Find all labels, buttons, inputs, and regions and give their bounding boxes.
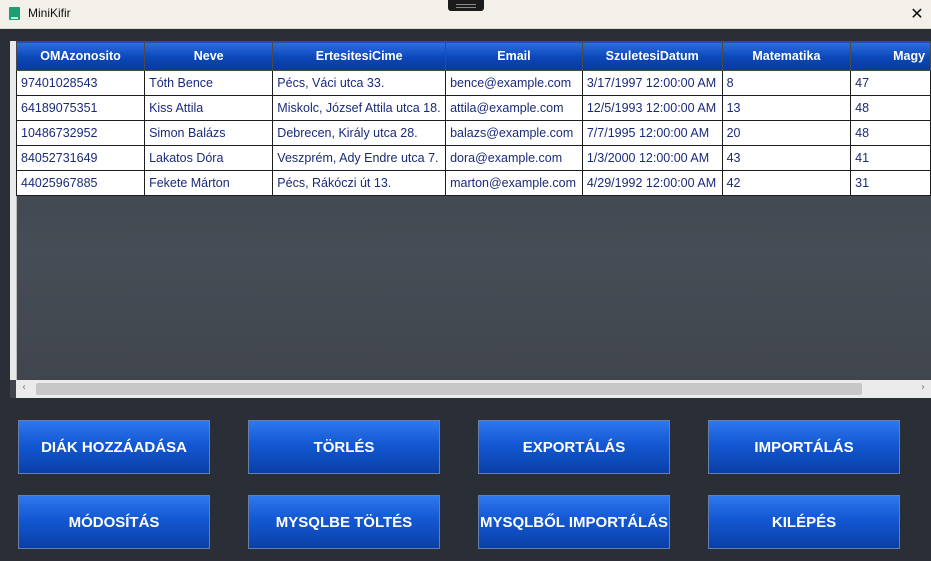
cell-szuletesidatum[interactable]: 12/5/1993 12:00:00 AM [581,95,723,121]
cell-magyar[interactable]: 41 [850,145,931,171]
export-button[interactable]: EXPORTÁLÁS [478,420,670,474]
modify-button[interactable]: MÓDOSÍTÁS [18,495,210,549]
cell-ertesitesicime[interactable]: Miskolc, József Attila utca 18. [272,95,447,121]
cell-omazonosito[interactable]: 10486732952 [15,120,146,146]
exit-button[interactable]: KILÉPÉS [708,495,900,549]
mysql-upload-button[interactable]: MYSQLBE TÖLTÉS [248,495,440,549]
add-student-button[interactable]: DIÁK HOZZÁADÁSA [18,420,210,474]
table-row[interactable]: 10486732952 Simon Balázs Debrecen, Királ… [15,120,931,146]
column-header-szuletesidatum[interactable]: SzuletesiDatum [581,41,723,71]
cell-email[interactable]: dora@example.com [445,145,583,171]
cell-neve[interactable]: Simon Balázs [144,120,274,146]
cell-szuletesidatum[interactable]: 4/29/1992 12:00:00 AM [581,170,723,196]
cell-email[interactable]: attila@example.com [445,95,583,121]
title-bar: MiniKifir ✕ [0,0,931,29]
scrollbar-thumb[interactable] [36,383,862,395]
table-row[interactable]: 97401028543 Tóth Bence Pécs, Váci utca 3… [15,70,931,96]
app-icon [9,7,20,20]
column-header-omazonosito[interactable]: OMAzonosito [15,41,146,71]
cell-neve[interactable]: Lakatos Dóra [144,145,274,171]
cell-szuletesidatum[interactable]: 1/3/2000 12:00:00 AM [581,145,723,171]
column-header-neve[interactable]: Neve [144,41,274,71]
scroll-left-icon[interactable]: ‹ [22,382,26,393]
cell-neve[interactable]: Kiss Attila [144,95,274,121]
data-grid[interactable]: OMAzonosito Neve ErtesitesiCime Email Sz… [10,41,931,398]
cell-ertesitesicime[interactable]: Pécs, Rákóczi út 13. [272,170,447,196]
cell-omazonosito[interactable]: 97401028543 [15,70,146,96]
scroll-right-icon[interactable]: › [921,382,925,393]
cell-matematika[interactable]: 13 [721,95,852,121]
table-row[interactable]: 64189075351 Kiss Attila Miskolc, József … [15,95,931,121]
table-row[interactable]: 84052731649 Lakatos Dóra Veszprém, Ady E… [15,145,931,171]
column-header-email[interactable]: Email [445,41,583,71]
cell-matematika[interactable]: 43 [721,145,852,171]
column-header-matematika[interactable]: Matematika [721,41,852,71]
cell-magyar[interactable]: 47 [850,70,931,96]
cell-omazonosito[interactable]: 64189075351 [15,95,146,121]
cell-matematika[interactable]: 20 [721,120,852,146]
header-row: OMAzonosito Neve ErtesitesiCime Email Sz… [15,41,931,71]
cell-magyar[interactable]: 48 [850,95,931,121]
students-table: OMAzonosito Neve ErtesitesiCime Email Sz… [15,41,931,196]
cell-email[interactable]: bence@example.com [445,70,583,96]
mysql-import-button[interactable]: MYSQLBŐL IMPORTÁLÁS [478,495,670,549]
cell-email[interactable]: marton@example.com [445,170,583,196]
cell-neve[interactable]: Fekete Márton [144,170,274,196]
cell-szuletesidatum[interactable]: 7/7/1995 12:00:00 AM [581,120,723,146]
cell-matematika[interactable]: 8 [721,70,852,96]
cell-omazonosito[interactable]: 84052731649 [15,145,146,171]
horizontal-scrollbar[interactable]: ‹ › [16,380,931,398]
cell-magyar[interactable]: 31 [850,170,931,196]
column-header-magyar[interactable]: Magy [850,41,931,71]
delete-button[interactable]: TÖRLÉS [248,420,440,474]
cell-ertesitesicime[interactable]: Veszprém, Ady Endre utca 7. [272,145,447,171]
cell-email[interactable]: balazs@example.com [445,120,583,146]
close-icon[interactable]: ✕ [904,4,930,24]
table-row[interactable]: 44025967885 Fekete Márton Pécs, Rákóczi … [15,170,931,196]
cell-ertesitesicime[interactable]: Pécs, Váci utca 33. [272,70,447,96]
cell-szuletesidatum[interactable]: 3/17/1997 12:00:00 AM [581,70,723,96]
cell-omazonosito[interactable]: 44025967885 [15,170,146,196]
cell-magyar[interactable]: 48 [850,120,931,146]
import-button[interactable]: IMPORTÁLÁS [708,420,900,474]
cell-matematika[interactable]: 42 [721,170,852,196]
cell-neve[interactable]: Tóth Bence [144,70,274,96]
column-header-ertesitesicime[interactable]: ErtesitesiCime [272,41,447,71]
window-title: MiniKifir [28,6,71,20]
snap-layout-handle[interactable] [448,0,484,11]
cell-ertesitesicime[interactable]: Debrecen, Király utca 28. [272,120,447,146]
